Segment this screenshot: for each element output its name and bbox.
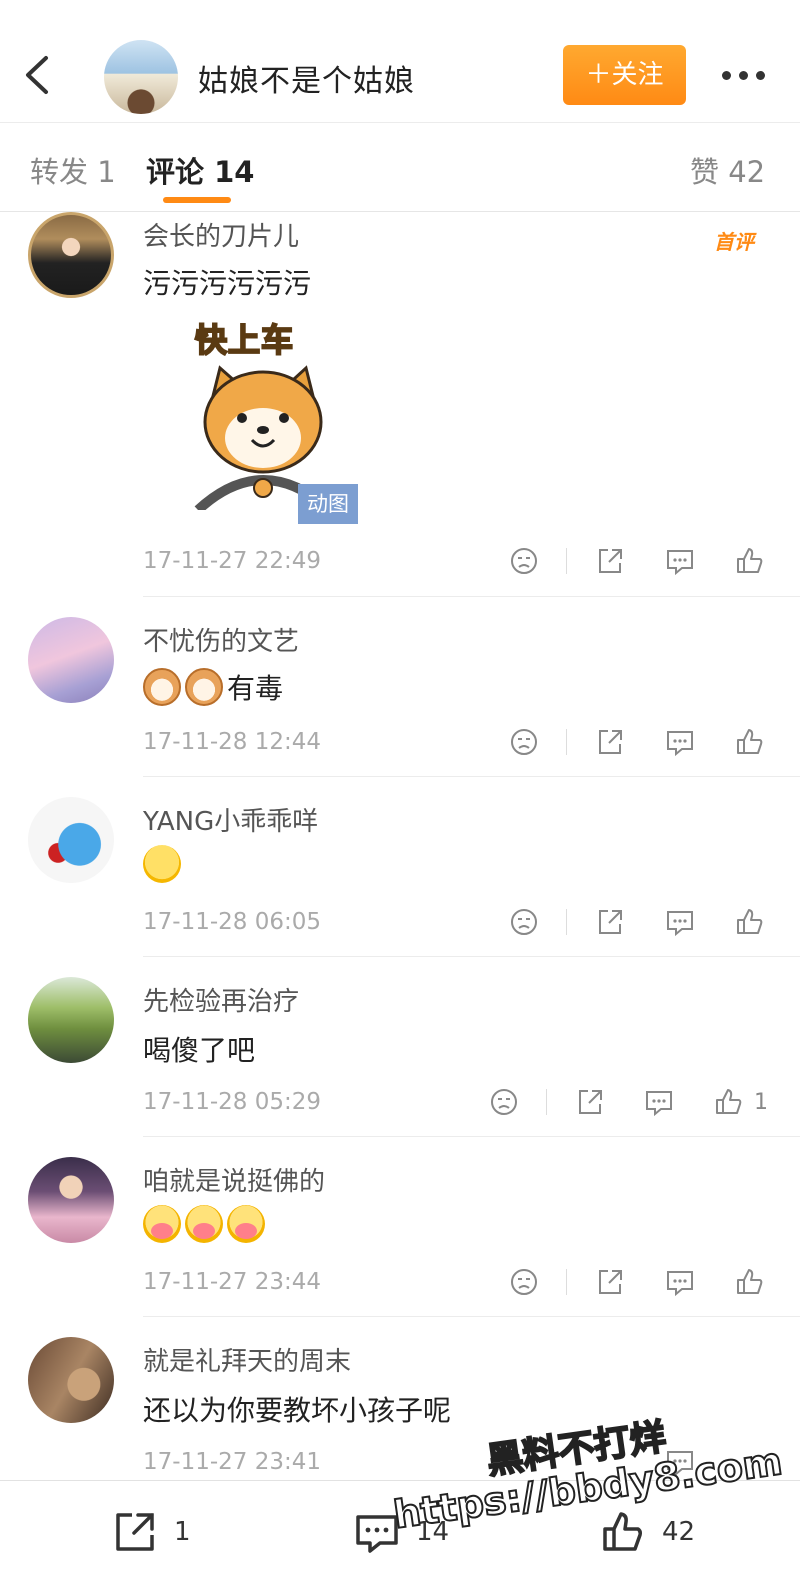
commenter-name[interactable]: YANG小乖乖咩 bbox=[143, 801, 318, 838]
share-icon[interactable] bbox=[594, 545, 626, 577]
reply-icon[interactable] bbox=[664, 1446, 696, 1478]
avatar[interactable] bbox=[28, 617, 114, 703]
commenter-name[interactable]: 咱就是说挺佛的 bbox=[143, 1161, 325, 1198]
repost-icon bbox=[116, 1513, 154, 1551]
thumbs-up-icon bbox=[603, 1512, 642, 1551]
repost-button[interactable]: 1 bbox=[112, 1509, 212, 1557]
reply-icon[interactable] bbox=[664, 726, 696, 758]
comment-button[interactable]: 14 bbox=[354, 1509, 464, 1557]
comment-time: 17-11-28 05:29 bbox=[143, 1089, 321, 1115]
dislike-icon[interactable] bbox=[508, 906, 540, 938]
comment-item: YANG小乖乖咩 17-11-28 06:05 bbox=[0, 777, 800, 957]
comment-item: 咱就是说挺佛的 17-11-27 23:44 bbox=[0, 1137, 800, 1317]
comment-text bbox=[143, 1205, 269, 1243]
commenter-name[interactable]: 就是礼拜天的周末 bbox=[143, 1341, 351, 1378]
share-icon[interactable] bbox=[594, 906, 626, 938]
bottom-action-bar: 1 14 42 bbox=[0, 1480, 800, 1575]
comment-time: 17-11-28 06:05 bbox=[143, 909, 321, 935]
comment-item: 不忧伤的文艺 有毒 17-11-28 12:44 bbox=[0, 597, 800, 777]
like-icon[interactable] bbox=[713, 1086, 745, 1118]
comment-list[interactable]: 会长的刀片儿 首评 污污污污污污 快上车 动图 17-11-27 22:49 不… bbox=[0, 212, 800, 1480]
dislike-icon[interactable] bbox=[508, 545, 540, 577]
like-icon[interactable] bbox=[734, 726, 766, 758]
comment-item: 先检验再治疗 喝傻了吧 17-11-28 05:29 1 bbox=[0, 957, 800, 1137]
repost-count: 1 bbox=[174, 1517, 191, 1547]
tab-comments[interactable]: 评论 14 bbox=[146, 149, 254, 191]
cat-emoji-icon bbox=[185, 668, 223, 706]
comment-text: 还以为你要教坏小孩子呢 bbox=[143, 1394, 452, 1427]
comment-time: 17-11-27 23:41 bbox=[143, 1449, 321, 1475]
commenter-name[interactable]: 不忧伤的文艺 bbox=[143, 621, 299, 658]
author-name[interactable]: 姑娘不是个姑娘 bbox=[198, 56, 415, 100]
like-icon[interactable] bbox=[734, 906, 766, 938]
active-tab-indicator bbox=[163, 197, 231, 203]
top-bar: 姑娘不是个姑娘 ＋关注 bbox=[0, 0, 800, 122]
back-icon[interactable] bbox=[18, 52, 58, 98]
avatar[interactable] bbox=[28, 797, 114, 883]
comment-text: 喝傻了吧 bbox=[143, 1034, 256, 1067]
share-icon[interactable] bbox=[574, 1086, 606, 1118]
action-divider bbox=[566, 909, 567, 935]
share-icon[interactable] bbox=[594, 1266, 626, 1298]
tab-likes[interactable]: 赞 42 bbox=[690, 149, 765, 191]
comment-text bbox=[143, 845, 185, 883]
share-icon[interactable] bbox=[594, 726, 626, 758]
laughing-emoji-icon bbox=[143, 845, 181, 883]
commenter-name[interactable]: 先检验再治疗 bbox=[143, 981, 299, 1018]
dislike-icon[interactable] bbox=[508, 726, 540, 758]
first-comment-badge: 首评 bbox=[714, 230, 754, 254]
commenter-name[interactable]: 会长的刀片儿 bbox=[143, 216, 299, 253]
comment-icon bbox=[356, 1515, 398, 1553]
like-button[interactable]: 42 bbox=[600, 1509, 710, 1557]
avatar[interactable] bbox=[28, 1157, 114, 1243]
dislike-icon[interactable] bbox=[488, 1086, 520, 1118]
comment-time: 17-11-27 22:49 bbox=[143, 548, 321, 574]
yum-emoji-icon bbox=[227, 1205, 265, 1243]
sticker-gif[interactable]: 快上车 动图 bbox=[190, 312, 358, 524]
comment-text: 污污污污污污 bbox=[143, 267, 312, 300]
yum-emoji-icon bbox=[185, 1205, 223, 1243]
comment-text: 有毒 bbox=[143, 667, 283, 707]
cat-emoji-icon bbox=[143, 668, 181, 706]
avatar[interactable] bbox=[28, 212, 114, 298]
action-divider bbox=[566, 548, 567, 574]
author-avatar[interactable] bbox=[104, 40, 178, 114]
avatar[interactable] bbox=[28, 1337, 114, 1423]
comment-count: 14 bbox=[416, 1517, 450, 1547]
reply-icon[interactable] bbox=[664, 1266, 696, 1298]
like-count: 1 bbox=[754, 1090, 768, 1115]
reply-icon[interactable] bbox=[643, 1086, 675, 1118]
comment-item: 会长的刀片儿 首评 污污污污污污 快上车 动图 17-11-27 22:49 bbox=[0, 212, 800, 597]
action-divider bbox=[566, 1269, 567, 1295]
reply-icon[interactable] bbox=[664, 545, 696, 577]
dislike-icon[interactable] bbox=[508, 1266, 540, 1298]
follow-button[interactable]: ＋关注 bbox=[563, 45, 686, 105]
action-divider bbox=[566, 729, 567, 755]
avatar[interactable] bbox=[28, 977, 114, 1063]
yum-emoji-icon bbox=[143, 1205, 181, 1243]
action-divider bbox=[546, 1089, 547, 1115]
reply-icon[interactable] bbox=[664, 906, 696, 938]
gif-badge: 动图 bbox=[298, 484, 358, 524]
more-icon[interactable] bbox=[718, 60, 770, 90]
tab-bar: 转发 1 评论 14 赞 42 bbox=[0, 122, 800, 212]
tab-repost[interactable]: 转发 1 bbox=[30, 149, 116, 191]
sticker-caption: 快上车 bbox=[194, 320, 295, 360]
like-icon[interactable] bbox=[734, 545, 766, 577]
comment-time: 17-11-28 12:44 bbox=[143, 729, 321, 755]
like-icon[interactable] bbox=[734, 1266, 766, 1298]
comment-item: 就是礼拜天的周末 还以为你要教坏小孩子呢 17-11-27 23:41 bbox=[0, 1317, 800, 1480]
like-count: 42 bbox=[662, 1517, 696, 1547]
comment-time: 17-11-27 23:44 bbox=[143, 1269, 321, 1295]
